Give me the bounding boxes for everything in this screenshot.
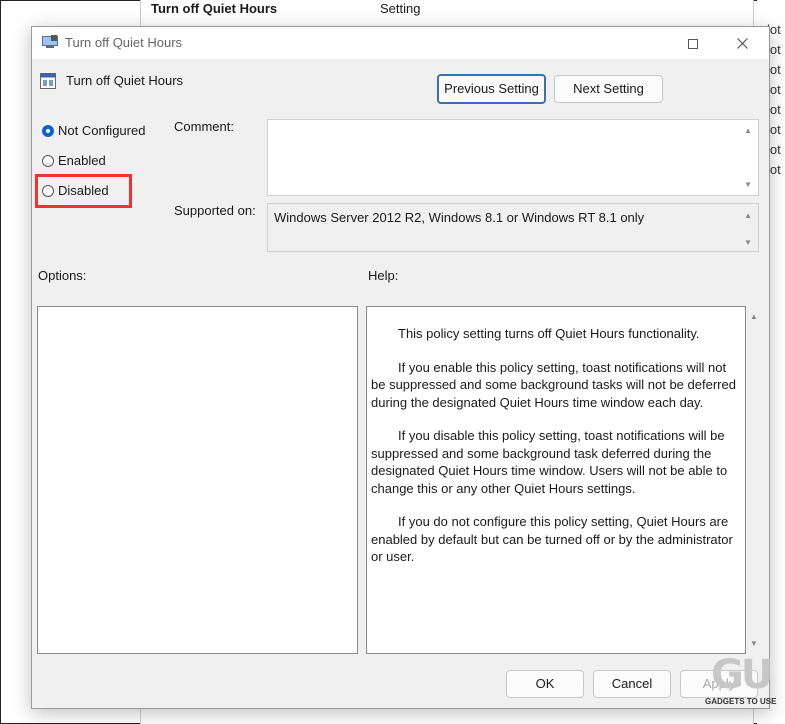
- watermark-text: GADGETS TO USE: [705, 697, 777, 706]
- radio-label: Enabled: [58, 153, 106, 168]
- supported-on-value: Windows Server 2012 R2, Windows 8.1 or W…: [274, 210, 645, 225]
- help-paragraph: If you do not configure this policy sett…: [371, 514, 733, 564]
- close-icon: [736, 38, 748, 49]
- help-paragraph: If you disable this policy setting, toas…: [371, 428, 728, 496]
- radio-enabled[interactable]: Enabled: [42, 153, 106, 168]
- watermark: GU GADGETS TO USE: [703, 650, 783, 710]
- background-policy-title[interactable]: Turn off Quiet Hours: [151, 1, 277, 16]
- previous-setting-button[interactable]: Previous Setting: [437, 74, 546, 104]
- next-setting-button[interactable]: Next Setting: [554, 75, 663, 103]
- options-label: Options:: [38, 268, 87, 283]
- options-panel: [37, 306, 358, 654]
- supported-on-label: Supported on:: [174, 203, 256, 218]
- policy-editor-icon: [42, 35, 58, 48]
- title-bar[interactable]: Turn off Quiet Hours: [32, 27, 769, 59]
- maximize-icon: [688, 39, 698, 49]
- help-scroll-up-icon[interactable]: ▲: [750, 312, 758, 321]
- help-text: This policy setting turns off Quiet Hour…: [371, 325, 743, 582]
- scroll-up-icon[interactable]: ▲: [744, 211, 752, 220]
- radio-not-configured[interactable]: Not Configured: [42, 123, 145, 138]
- comment-textarea[interactable]: ▲ ▼: [267, 119, 759, 196]
- help-paragraph: This policy setting turns off Quiet Hour…: [398, 326, 700, 341]
- scroll-up-icon[interactable]: ▲: [744, 126, 752, 135]
- help-paragraph: If you enable this policy setting, toast…: [371, 359, 736, 410]
- ok-button[interactable]: OK: [506, 670, 584, 698]
- help-label: Help:: [368, 268, 399, 283]
- close-button[interactable]: [722, 31, 762, 55]
- radio-selected-indicator: [42, 125, 54, 137]
- radio-label: Not Configured: [58, 123, 146, 138]
- comment-label: Comment:: [174, 119, 234, 134]
- policy-name: Turn off Quiet Hours: [66, 73, 184, 88]
- watermark-logo: GU: [711, 652, 773, 698]
- policy-dialog: Turn off Quiet Hours Turn off Quiet Hour…: [31, 26, 770, 709]
- disabled-highlight-box: [35, 174, 132, 208]
- maximize-button[interactable]: [673, 31, 713, 55]
- scroll-down-icon[interactable]: ▼: [744, 180, 752, 189]
- radio-indicator: [42, 155, 54, 167]
- window-title: Turn off Quiet Hours: [65, 35, 183, 50]
- supported-on-field: Windows Server 2012 R2, Windows 8.1 or W…: [267, 203, 759, 252]
- background-state-column: Setting: [380, 1, 421, 16]
- scroll-down-icon[interactable]: ▼: [744, 238, 752, 247]
- help-panel: This policy setting turns off Quiet Hour…: [366, 306, 746, 654]
- policy-setting-icon: [40, 73, 56, 89]
- help-scroll-down-icon[interactable]: ▼: [750, 639, 758, 648]
- cancel-button[interactable]: Cancel: [593, 670, 671, 698]
